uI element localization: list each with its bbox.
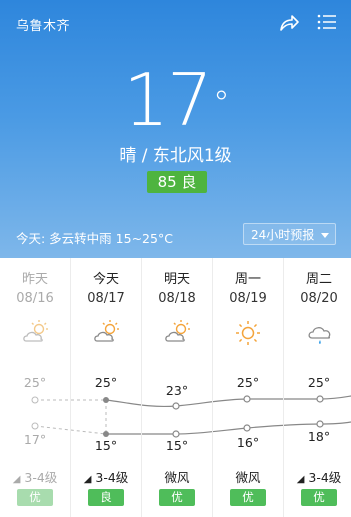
day-name: 周一 xyxy=(234,272,261,287)
high-temp: 23° xyxy=(165,383,189,398)
day-date: 08/17 xyxy=(87,291,125,306)
day-date: 08/20 xyxy=(300,291,338,306)
high-temp: 25° xyxy=(236,375,260,390)
low-temp: 17° xyxy=(23,432,47,447)
low-temp: 15° xyxy=(94,438,118,453)
day-column-tomorrow[interactable]: 明天 08/18 23° 15° 微风 优 xyxy=(142,258,213,517)
day-column-yesterday[interactable]: 昨天 08/16 25° 17° ◢ 3-4级 优 xyxy=(0,258,71,517)
wind-text: 3-4级 xyxy=(308,470,342,485)
air-quality-badge: 优 xyxy=(230,489,266,506)
wind-level: ◢ 3-4级 xyxy=(0,467,70,486)
day-date: 08/16 xyxy=(16,291,54,306)
hourly-forecast-button[interactable]: 24小时预报 xyxy=(243,223,336,245)
high-temp: 25° xyxy=(307,375,331,390)
day-name: 明天 xyxy=(163,272,190,287)
day-name: 今天 xyxy=(92,272,119,287)
wind-level: ◢ 3-4级 xyxy=(284,467,351,486)
day-date: 08/19 xyxy=(229,291,267,306)
degree-symbol: ° xyxy=(212,84,230,124)
current-temperature: 17° xyxy=(0,60,351,140)
rain-icon xyxy=(308,327,331,344)
wind-text: 3-4级 xyxy=(24,470,58,485)
high-temp: 25° xyxy=(23,375,47,390)
high-temp: 25° xyxy=(94,375,118,390)
day-column-monday[interactable]: 周一 08/19 25° 16° 微风 优 xyxy=(213,258,284,517)
day-name: 周二 xyxy=(305,272,332,287)
low-temp: 15° xyxy=(165,438,189,453)
day-column-today[interactable]: 今天 08/17 25° 15° ◢ 3-4级 良 xyxy=(71,258,142,517)
share-icon[interactable] xyxy=(278,12,300,34)
weather-condition: 晴 / 东北风1级 xyxy=(119,146,232,166)
low-temp: 16° xyxy=(236,435,260,450)
chevron-down-icon xyxy=(321,233,329,238)
air-quality-badge: 优 xyxy=(159,489,195,506)
wind-text: 3-4级 xyxy=(95,470,129,485)
day-date: 08/18 xyxy=(158,291,196,306)
partly-cloudy-icon xyxy=(165,320,190,342)
city-name[interactable]: 乌鲁木齐 xyxy=(16,15,70,34)
wind-arrow-icon: ◢ xyxy=(12,474,21,485)
temperature-value: 17 xyxy=(123,58,213,142)
air-quality-badge: 优 xyxy=(17,489,53,506)
today-summary: 今天: 多云转中雨 15~25°C xyxy=(16,231,173,246)
wind-level: 微风 xyxy=(164,470,190,485)
aqi-badge[interactable]: 85 良 xyxy=(147,171,207,193)
partly-cloudy-icon xyxy=(23,320,48,342)
sunny-icon xyxy=(236,321,260,345)
wind-arrow-icon: ◢ xyxy=(296,474,305,485)
day-name: 昨天 xyxy=(21,272,48,287)
wind-level: ◢ 3-4级 xyxy=(71,467,141,486)
daily-forecast: 昨天 08/16 25° 17° ◢ 3-4级 优 今天 08/17 25° 1… xyxy=(0,258,351,517)
wind-arrow-icon: ◢ xyxy=(83,474,92,485)
list-menu-icon[interactable] xyxy=(317,12,337,32)
current-weather-panel: 乌鲁木齐 17° 晴 / 东北风1级 85 良 今天: 多云转中雨 15~25°… xyxy=(0,0,351,258)
low-temp: 18° xyxy=(307,429,331,444)
wind-level: 微风 xyxy=(235,470,261,485)
day-column-tuesday[interactable]: 周二 08/20 25° 18° ◢ 3-4级 优 xyxy=(284,258,351,517)
hourly-forecast-label: 24小时预报 xyxy=(251,228,315,242)
air-quality-badge: 良 xyxy=(88,489,124,506)
air-quality-badge: 优 xyxy=(301,489,337,506)
partly-cloudy-icon xyxy=(94,320,119,342)
